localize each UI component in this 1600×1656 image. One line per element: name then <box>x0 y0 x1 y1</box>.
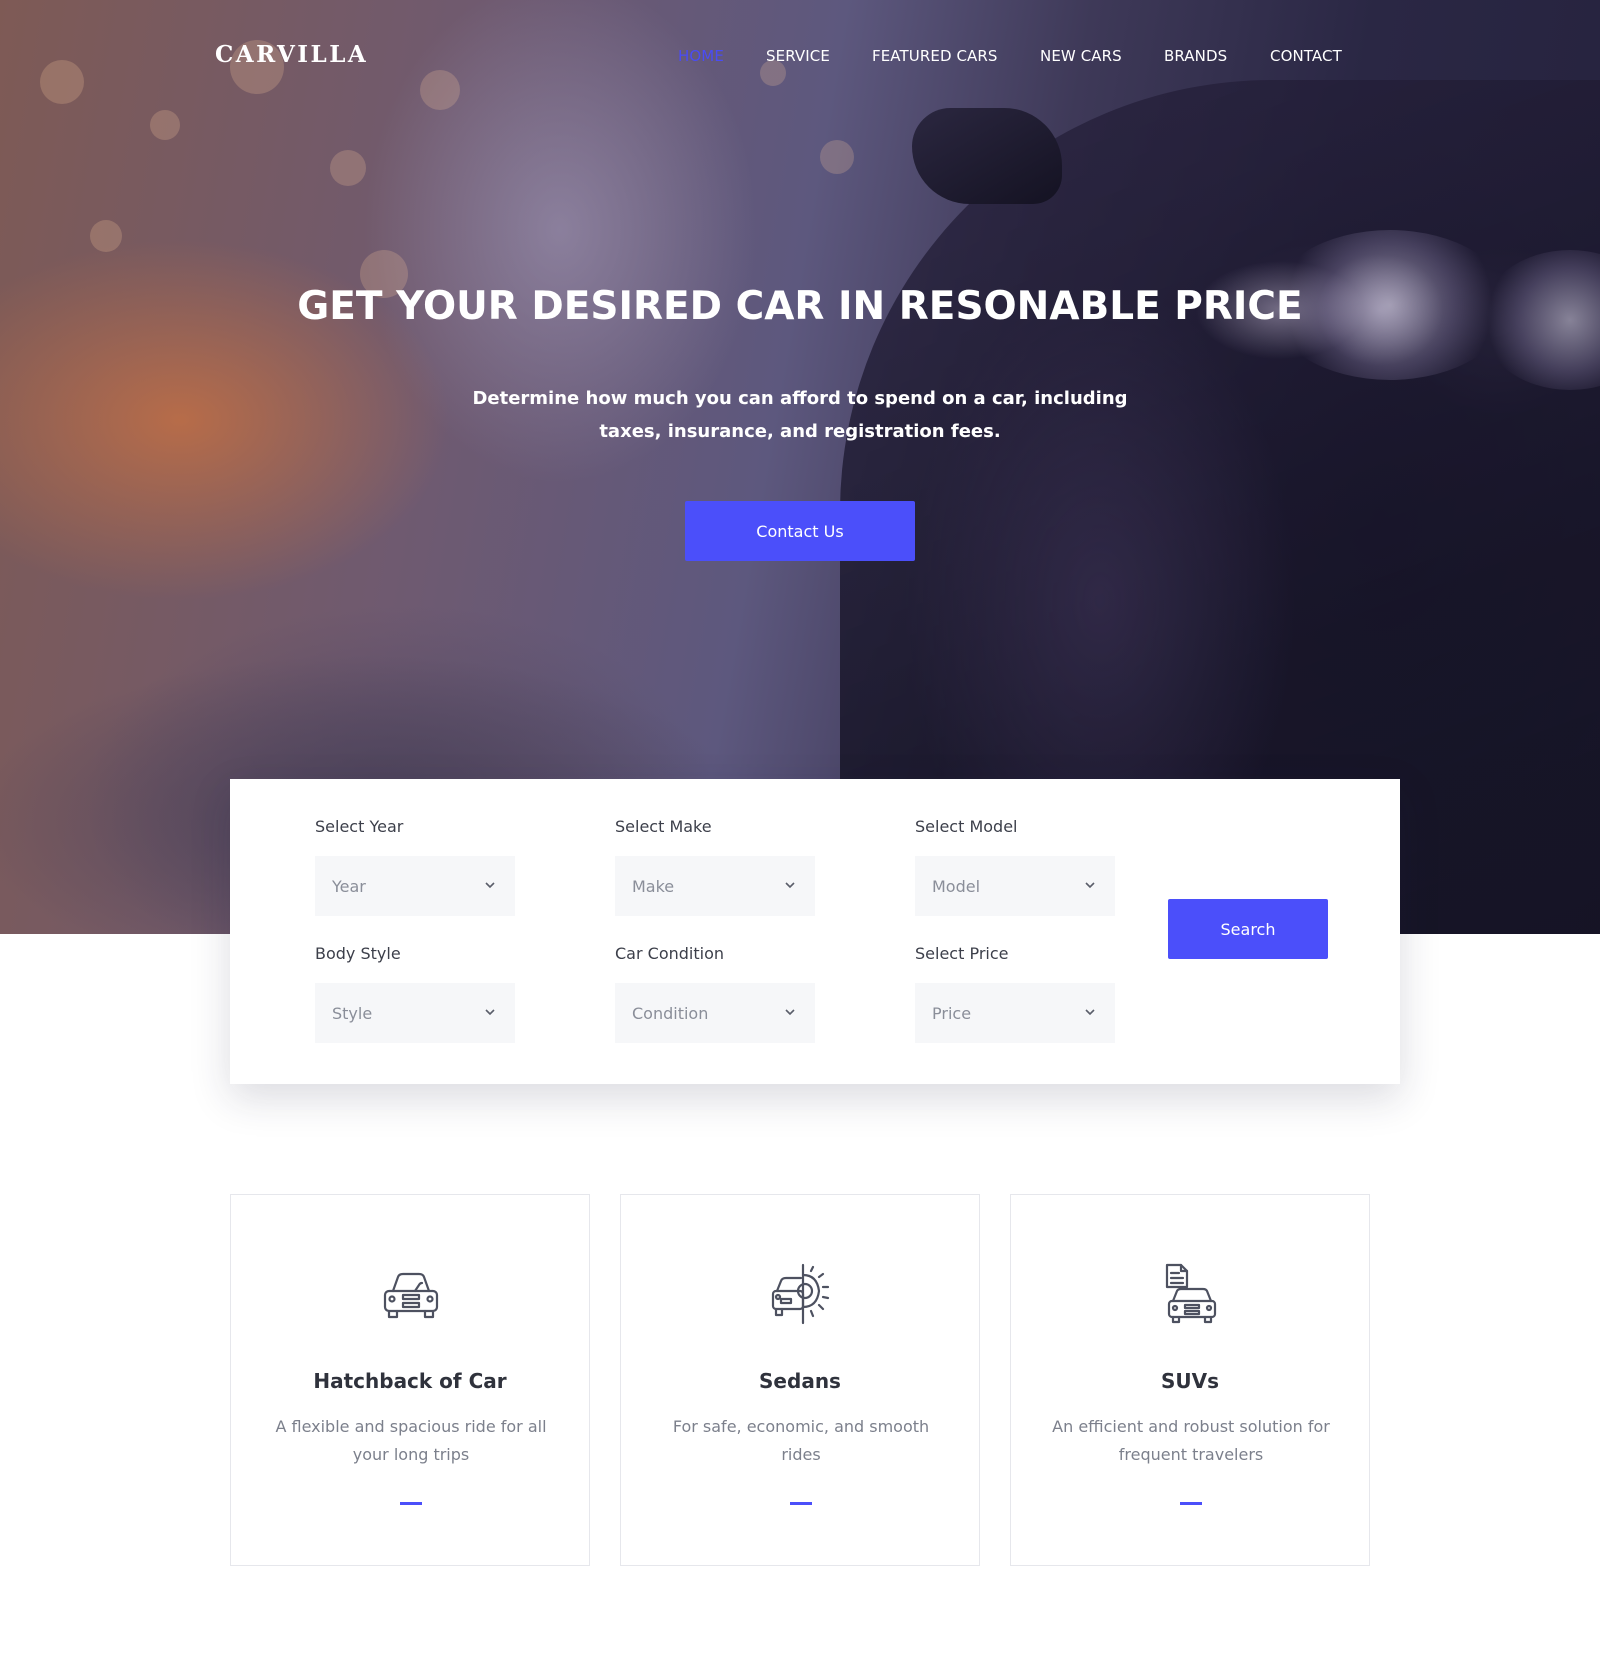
bokeh-light <box>90 220 122 252</box>
make-select[interactable]: Make <box>615 856 815 916</box>
body-style-label: Body Style <box>315 944 401 963</box>
card-description: An efficient and robust solution for fre… <box>1052 1417 1330 1464</box>
hero-title: GET YOUR DESIRED CAR IN RESONABLE PRICE <box>297 284 1303 329</box>
bokeh-light <box>330 150 366 186</box>
condition-select[interactable]: Condition <box>615 983 815 1043</box>
card-description: For safe, economic, and smooth rides <box>672 1417 930 1464</box>
nav-item-new-cars[interactable]: NEW CARS <box>1040 47 1122 65</box>
hero-subtitle: Determine how much you can afford to spe… <box>472 388 1128 442</box>
card-title: Hatchback of Car <box>313 1369 507 1393</box>
price-select-value: Price <box>932 1003 972 1023</box>
condition-label: Car Condition <box>615 944 724 963</box>
card-accent-dash <box>400 1502 422 1505</box>
site-logo[interactable]: CARVILLA <box>215 41 368 68</box>
service-card-suvs[interactable]: SUVs An efficient and robust solution fo… <box>1010 1194 1370 1566</box>
bokeh-light <box>820 140 854 174</box>
body-style-select[interactable]: Style <box>315 983 515 1043</box>
nav-item-service[interactable]: SERVICE <box>766 47 830 65</box>
card-description: A flexible and spacious ride for all you… <box>275 1417 547 1464</box>
card-accent-dash <box>790 1502 812 1505</box>
make-select-value: Make <box>632 876 675 896</box>
year-select[interactable]: Year <box>315 856 515 916</box>
bokeh-light <box>420 70 460 110</box>
service-card-hatchback[interactable]: Hatchback of Car A flexible and spacious… <box>230 1194 590 1566</box>
service-card-sedans[interactable]: Sedans For safe, economic, and smooth ri… <box>620 1194 980 1566</box>
car-front-icon <box>383 1272 439 1319</box>
chevron-down-icon <box>485 1009 495 1016</box>
card-title: SUVs <box>1160 1369 1220 1393</box>
card-accent-dash <box>1180 1502 1202 1505</box>
chevron-down-icon <box>785 1009 795 1016</box>
bokeh-light <box>150 110 180 140</box>
car-mirror-shape <box>912 108 1062 204</box>
make-label: Select Make <box>615 817 712 836</box>
price-label: Select Price <box>915 944 1009 963</box>
car-search-panel: Select Year Year Select Make Make Select… <box>230 779 1400 1084</box>
condition-select-value: Condition <box>632 1003 709 1023</box>
bokeh-light <box>40 60 84 104</box>
chevron-down-icon <box>1085 1009 1095 1016</box>
nav-item-brands[interactable]: BRANDS <box>1164 47 1227 65</box>
car-document-icon <box>1165 1263 1217 1324</box>
model-select[interactable]: Model <box>915 856 1115 916</box>
chevron-down-icon <box>785 882 795 889</box>
year-label: Select Year <box>315 817 404 836</box>
nav-item-home[interactable]: HOME <box>678 47 724 65</box>
nav-item-contact[interactable]: CONTACT <box>1270 47 1342 65</box>
car-gear-icon <box>771 1263 830 1325</box>
contact-us-button[interactable]: Contact Us <box>685 501 915 561</box>
nav-item-featured-cars[interactable]: FEATURED CARS <box>872 47 998 65</box>
chevron-down-icon <box>485 882 495 889</box>
model-label: Select Model <box>915 817 1018 836</box>
price-select[interactable]: Price <box>915 983 1115 1043</box>
search-button[interactable]: Search <box>1168 899 1328 959</box>
chevron-down-icon <box>1085 882 1095 889</box>
body-style-select-value: Style <box>332 1003 373 1023</box>
year-select-value: Year <box>332 876 366 896</box>
model-select-value: Model <box>932 876 981 896</box>
card-title: Sedans <box>759 1369 841 1393</box>
